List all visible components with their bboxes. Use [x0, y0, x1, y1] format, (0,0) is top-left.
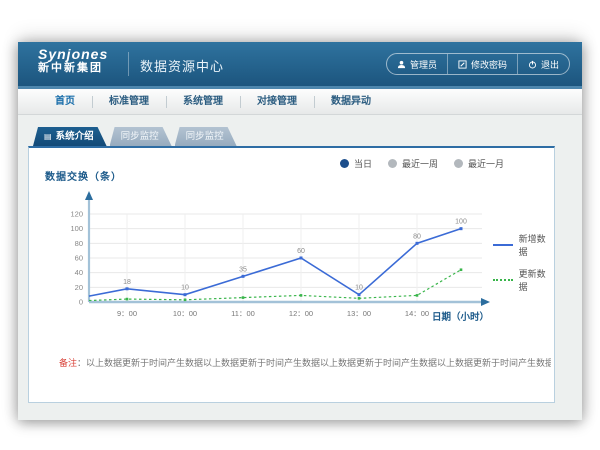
dotted-line-swatch	[493, 279, 513, 281]
tab-bar: ▤ 系统介绍 同步监控 同步监控	[33, 127, 240, 146]
chart-y-axis-title: 数据交换（条）	[45, 168, 122, 183]
footer-note: 备注：以上数据更新于时间产生数据以上数据更新于时间产生数据以上数据更新于时间产生…	[59, 356, 551, 369]
user-button[interactable]: 管理员	[387, 54, 447, 74]
tab-1[interactable]: ▤ 系统介绍	[33, 127, 107, 146]
period-option-label: 最近一月	[468, 157, 504, 170]
company-logo: Synjones 新中新集团	[38, 47, 108, 74]
svg-text:100: 100	[455, 219, 467, 226]
tab-label: 同步监控	[186, 127, 224, 146]
svg-text:40: 40	[75, 268, 83, 277]
app-title: 数据资源中心	[140, 56, 224, 75]
logout-label: 退出	[541, 58, 559, 71]
svg-text:12：00: 12：00	[289, 309, 313, 318]
content-panel: 当日 最近一周 最近一月 数据交换（条） 0 20 40 60 80 100 120 9：00 10…	[28, 146, 555, 403]
app-window: Synjones 新中新集团 数据资源中心 管理员 修改密码	[18, 42, 582, 420]
period-option-label: 最近一周	[402, 157, 438, 170]
svg-text:10：00: 10：00	[173, 309, 197, 318]
svg-text:0: 0	[79, 298, 83, 307]
document-icon: ▤	[44, 133, 52, 141]
change-password-button[interactable]: 修改密码	[447, 54, 517, 74]
svg-text:35: 35	[239, 266, 247, 273]
change-password-label: 修改密码	[471, 58, 507, 71]
svg-text:10: 10	[181, 285, 189, 292]
tab-3[interactable]: 同步监控	[175, 127, 237, 146]
note-body: ：以上数据更新于时间产生数据以上数据更新于时间产生数据以上数据更新于时间产生数据…	[77, 358, 551, 368]
svg-text:11：00: 11：00	[231, 309, 255, 318]
svg-text:10: 10	[355, 285, 363, 292]
svg-text:80: 80	[413, 233, 421, 240]
legend-item-1: 新增数据	[493, 232, 554, 258]
main-nav: 首页标准管理系统管理对接管理数据异动	[18, 89, 582, 115]
radio-icon	[388, 159, 397, 168]
period-filter: 当日 最近一周 最近一月	[340, 157, 504, 170]
tab-label: 同步监控	[121, 127, 159, 146]
svg-text:120: 120	[70, 210, 83, 219]
user-toolbar: 管理员 修改密码 退出	[386, 53, 570, 75]
user-icon	[397, 60, 406, 69]
note-prefix: 备注	[59, 358, 77, 368]
legend-label: 新增数据	[519, 232, 554, 258]
tab-label: 系统介绍	[56, 127, 94, 146]
period-option-3[interactable]: 最近一月	[454, 157, 504, 170]
period-option-1[interactable]: 当日	[340, 157, 372, 170]
svg-text:100: 100	[70, 224, 83, 233]
nav-item-5[interactable]: 数据异动	[314, 89, 388, 114]
nav-item-3[interactable]: 系统管理	[166, 89, 240, 114]
svg-text:60: 60	[297, 248, 305, 255]
legend-item-2: 更新数据	[493, 267, 554, 293]
svg-text:20: 20	[75, 283, 83, 292]
period-option-label: 当日	[354, 157, 372, 170]
nav-item-2[interactable]: 标准管理	[92, 89, 166, 114]
user-label: 管理员	[410, 58, 437, 71]
nav-item-4[interactable]: 对接管理	[240, 89, 314, 114]
logo-latin: Synjones	[38, 47, 108, 62]
svg-text:14：00: 14：00	[405, 309, 429, 318]
logo-cjk: 新中新集团	[38, 62, 108, 74]
svg-text:60: 60	[75, 254, 83, 263]
app-header: Synjones 新中新集团 数据资源中心 管理员 修改密码	[18, 42, 582, 89]
series-line-更新数据	[89, 270, 461, 301]
svg-text:13：00: 13：00	[347, 309, 371, 318]
chart-legend: 新增数据更新数据	[493, 232, 554, 293]
radio-icon	[454, 159, 463, 168]
header-divider	[128, 52, 129, 76]
legend-label: 更新数据	[519, 267, 554, 293]
svg-text:80: 80	[75, 239, 83, 248]
power-icon	[528, 60, 537, 69]
series-line-新增数据	[89, 229, 461, 296]
edit-icon	[458, 60, 467, 69]
chart-canvas: 0 20 40 60 80 100 120 9：00 10：00 11：00 12：00 13：00 1…	[37, 184, 497, 336]
radio-selected-icon	[340, 159, 349, 168]
solid-line-swatch	[493, 244, 513, 246]
line-chart: 0 20 40 60 80 100 120 9：00 10：00 11：00 12：00 13：00 1…	[37, 184, 497, 336]
svg-text:18: 18	[123, 279, 131, 286]
tab-2[interactable]: 同步监控	[110, 127, 172, 146]
logout-button[interactable]: 退出	[517, 54, 569, 74]
nav-item-1[interactable]: 首页	[38, 89, 92, 114]
svg-text:9：00: 9：00	[117, 309, 137, 318]
svg-text:日期（小时）: 日期（小时）	[432, 311, 489, 323]
period-option-2[interactable]: 最近一周	[388, 157, 438, 170]
page: Synjones 新中新集团 数据资源中心 管理员 修改密码	[0, 0, 600, 450]
